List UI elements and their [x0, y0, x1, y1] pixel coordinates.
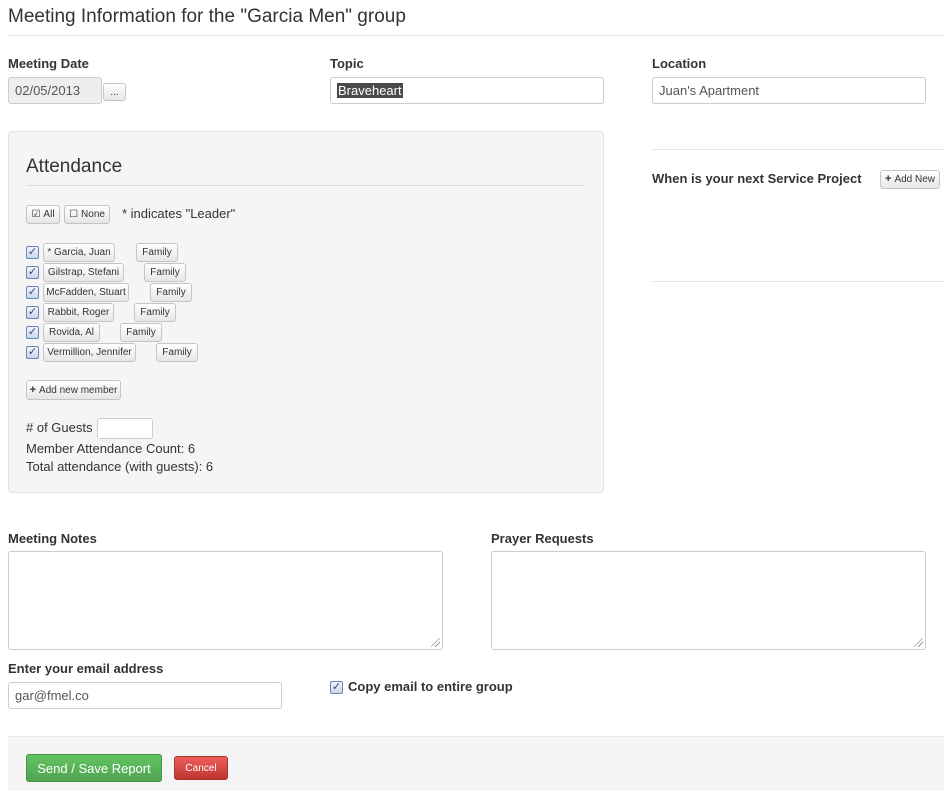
add-member-label: Add new member [39, 384, 118, 396]
checkmark-icon: ✓ [331, 681, 342, 693]
plus-icon: + [29, 383, 37, 396]
topic-input[interactable]: Braveheart [330, 77, 604, 104]
send-save-report-label: Send / Save Report [37, 760, 151, 776]
member-name-button[interactable]: Rovida, Al [43, 323, 100, 342]
member-checkbox[interactable]: ✓ [26, 346, 39, 359]
prayer-requests-label: Prayer Requests [491, 531, 594, 546]
member-name: Rovida, Al [48, 327, 95, 338]
send-save-report-button[interactable]: Send / Save Report [26, 754, 162, 782]
member-name: Gilstrap, Stefani [47, 267, 120, 278]
family-button[interactable]: Family [136, 243, 178, 262]
guests-label: # of Guests [26, 420, 93, 435]
email-label: Enter your email address [8, 661, 164, 676]
member-name-button[interactable]: Rabbit, Roger [43, 303, 114, 322]
family-button[interactable]: Family [144, 263, 186, 282]
attendance-title: Attendance [26, 156, 123, 177]
member-name: Vermillion, Jennifer [47, 347, 132, 358]
resize-handle-icon[interactable] [431, 638, 440, 647]
family-label: Family [150, 267, 180, 278]
copy-email-label: Copy email to entire group [348, 679, 513, 694]
checked-box-icon: ☑ [31, 209, 41, 220]
checkmark-icon: ✓ [27, 306, 38, 318]
checkmark-icon: ✓ [27, 246, 38, 258]
member-name: McFadden, Stuart [46, 287, 126, 298]
member-checkbox[interactable]: ✓ [26, 306, 39, 319]
member-name-button[interactable]: McFadden, Stuart [43, 283, 129, 302]
meeting-notes-label: Meeting Notes [8, 531, 97, 546]
member-name-button[interactable]: Gilstrap, Stefani [43, 263, 124, 282]
family-button[interactable]: Family [134, 303, 176, 322]
resize-handle-icon[interactable] [914, 638, 923, 647]
select-none-label: None [81, 209, 105, 220]
member-name: * Garcia, Juan [47, 247, 111, 258]
checkmark-icon: ✓ [27, 326, 38, 338]
total-attendance: Total attendance (with guests): 6 [26, 459, 214, 474]
guests-input[interactable] [97, 418, 153, 439]
member-name-button[interactable]: * Garcia, Juan [43, 243, 115, 262]
topic-value: Braveheart [337, 83, 403, 98]
add-member-button[interactable]: + Add new member [26, 380, 121, 400]
meeting-date-input[interactable]: 02/05/2013 [8, 77, 102, 104]
select-none-button[interactable]: ☐ None [64, 205, 110, 224]
member-checkbox[interactable]: ✓ [26, 286, 39, 299]
title-divider [8, 35, 944, 36]
attendance-divider [26, 185, 585, 186]
member-name: Rabbit, Roger [47, 307, 110, 318]
cancel-label: Cancel [185, 762, 217, 774]
member-checkbox[interactable]: ✓ [26, 326, 39, 339]
member-count: Member Attendance Count: 6 [26, 441, 196, 456]
email-input[interactable]: gar@fmel.co [8, 682, 282, 709]
leader-note: * indicates "Leader" [122, 206, 236, 221]
empty-box-icon: ☐ [69, 209, 79, 220]
family-button[interactable]: Family [150, 283, 192, 302]
family-label: Family [142, 247, 172, 258]
meeting-date-label: Meeting Date [8, 56, 89, 71]
checkmark-icon: ✓ [27, 346, 38, 358]
family-label: Family [126, 327, 156, 338]
service-bottom-divider [652, 281, 944, 282]
plus-icon: + [885, 173, 892, 185]
member-name-button[interactable]: Vermillion, Jennifer [43, 343, 136, 362]
location-input[interactable]: Juan's Apartment [652, 77, 926, 104]
family-button[interactable]: Family [156, 343, 198, 362]
add-service-project-button[interactable]: + Add New [880, 170, 940, 189]
service-project-label: When is your next Service Project [652, 171, 862, 186]
family-button[interactable]: Family [120, 323, 162, 342]
copy-email-checkbox[interactable]: ✓ [330, 681, 343, 694]
checkmark-icon: ✓ [27, 286, 38, 298]
checkmark-icon: ✓ [27, 266, 38, 278]
member-checkbox[interactable]: ✓ [26, 246, 39, 259]
meeting-notes-textarea[interactable] [8, 551, 443, 650]
location-value: Juan's Apartment [659, 83, 760, 98]
email-value: gar@fmel.co [15, 688, 89, 703]
service-top-divider [652, 149, 944, 150]
cancel-button[interactable]: Cancel [174, 756, 228, 780]
prayer-requests-textarea[interactable] [491, 551, 926, 650]
page-title: Meeting Information for the "Garcia Men"… [8, 6, 406, 27]
family-label: Family [162, 347, 192, 358]
select-all-button[interactable]: ☑ All [26, 205, 60, 224]
date-picker-label: ... [110, 86, 119, 98]
select-all-label: All [43, 209, 55, 220]
member-checkbox[interactable]: ✓ [26, 266, 39, 279]
meeting-date-value: 02/05/2013 [15, 83, 81, 98]
location-label: Location [652, 56, 707, 71]
add-service-project-label: Add New [894, 174, 936, 185]
topic-label: Topic [330, 56, 364, 71]
family-label: Family [156, 287, 186, 298]
family-label: Family [140, 307, 170, 318]
date-picker-button[interactable]: ... [103, 83, 126, 101]
